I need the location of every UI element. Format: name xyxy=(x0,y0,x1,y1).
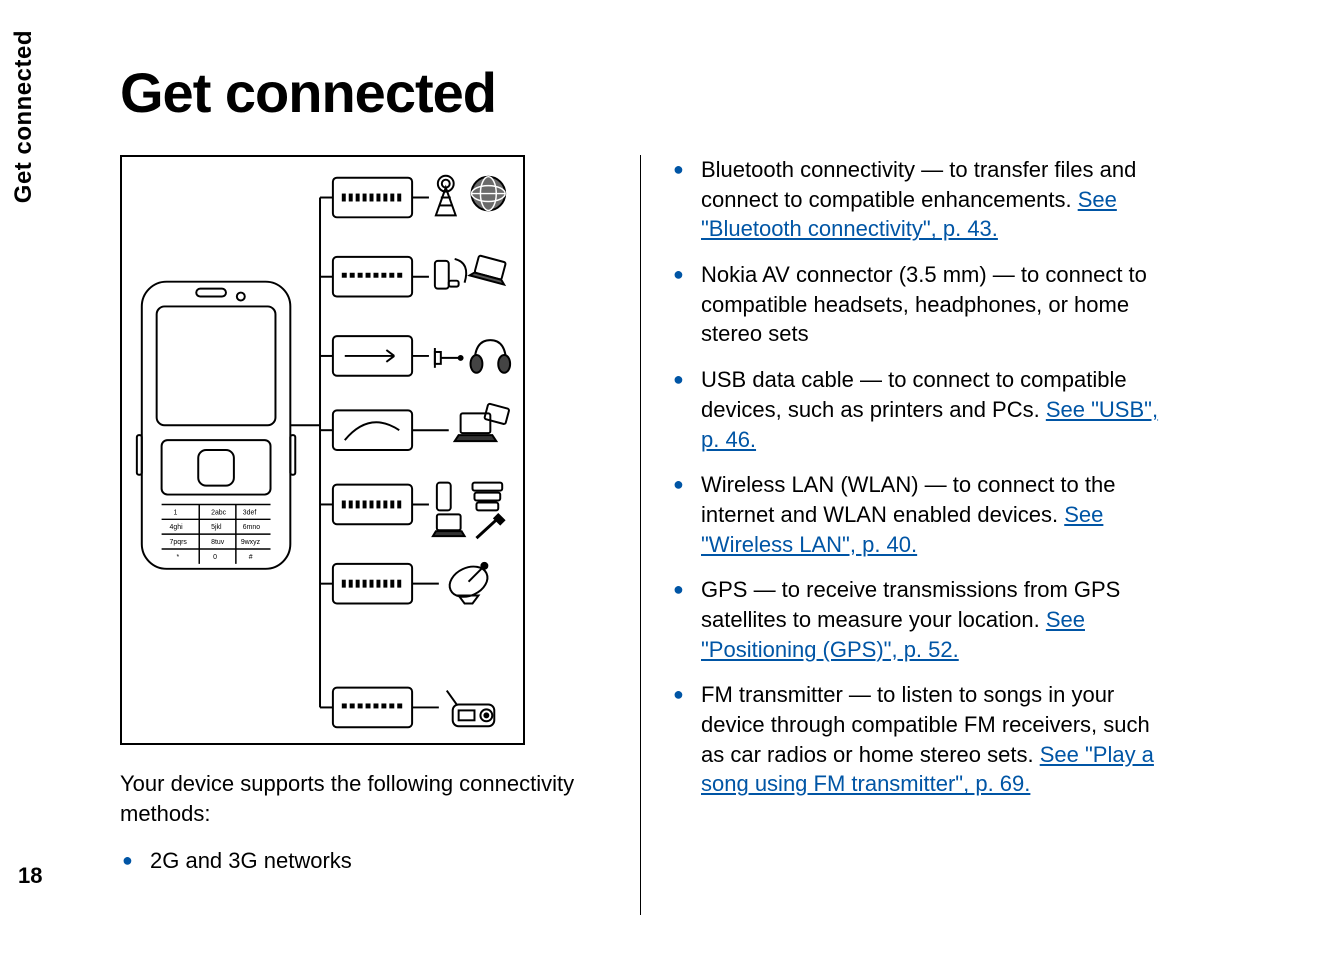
svg-text:5jkl: 5jkl xyxy=(211,524,222,531)
svg-text:7pqrs: 7pqrs xyxy=(170,539,188,546)
bullet-list-left: 2G and 3G networks xyxy=(120,846,610,876)
list-item: FM transmitter — to listen to songs in y… xyxy=(671,680,1161,799)
list-item: 2G and 3G networks xyxy=(120,846,610,876)
svg-text:4ghi: 4ghi xyxy=(170,524,184,531)
connectivity-diagram: 1 2abc 3def 4ghi 5jkl 6mno 7pqrs 8tuv 9wxyz * 0… xyxy=(120,155,525,745)
svg-text:8tuv: 8tuv xyxy=(211,539,225,546)
svg-text:3def: 3def xyxy=(243,509,257,516)
list-item-text: Bluetooth connectivity — to transfer fil… xyxy=(701,157,1136,212)
column-divider xyxy=(640,155,641,915)
list-item-text: Wireless LAN (WLAN) — to connect to the … xyxy=(701,472,1115,527)
content-columns: 1 2abc 3def 4ghi 5jkl 6mno 7pqrs 8tuv 9wxyz * 0… xyxy=(120,155,1272,915)
page-title: Get connected xyxy=(120,60,1272,125)
section-tab: Get connected xyxy=(10,30,38,203)
list-item: USB data cable — to connect to compatibl… xyxy=(671,365,1161,454)
column-right: Bluetooth connectivity — to transfer fil… xyxy=(671,155,1191,915)
svg-text:*: * xyxy=(176,554,179,561)
svg-text:6mno: 6mno xyxy=(243,524,260,531)
svg-text:9wxyz: 9wxyz xyxy=(241,539,261,546)
list-item: Nokia AV connector (3.5 mm) — to connect… xyxy=(671,260,1161,349)
svg-text:1: 1 xyxy=(173,509,177,516)
intro-text: Your device supports the following conne… xyxy=(120,769,610,828)
list-item: Wireless LAN (WLAN) — to connect to the … xyxy=(671,470,1161,559)
list-item: GPS — to receive transmissions from GPS … xyxy=(671,575,1161,664)
list-item-text: 2G and 3G networks xyxy=(150,848,352,873)
svg-text:2abc: 2abc xyxy=(211,509,227,516)
svg-text:0: 0 xyxy=(213,554,217,561)
document-page: Get connected 18 Get connected xyxy=(0,0,1322,954)
bullet-list-right: Bluetooth connectivity — to transfer fil… xyxy=(671,155,1161,799)
page-number: 18 xyxy=(18,863,42,889)
list-item-text: Nokia AV connector (3.5 mm) — to connect… xyxy=(701,262,1147,346)
column-left: 1 2abc 3def 4ghi 5jkl 6mno 7pqrs 8tuv 9wxyz * 0… xyxy=(120,155,640,915)
list-item: Bluetooth connectivity — to transfer fil… xyxy=(671,155,1161,244)
diagram-svg: 1 2abc 3def 4ghi 5jkl 6mno 7pqrs 8tuv 9wxyz * 0… xyxy=(122,157,523,743)
svg-text:#: # xyxy=(249,554,253,561)
